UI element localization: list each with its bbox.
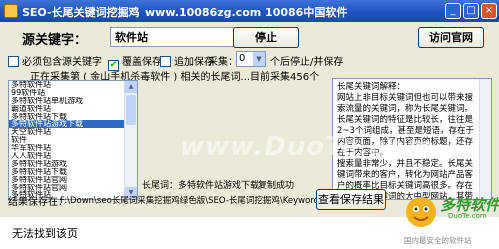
append-save-option[interactable]: 追加保存 xyxy=(160,53,214,68)
overwrite-save-label: 覆盖保存 xyxy=(122,57,162,68)
keyword-result-list[interactable]: 多特软件站 99软件站 多特软件站单机游戏 霸道软件站 多特软件站下载 多特软件站游戏下载… xyxy=(8,80,138,200)
list-item[interactable]: 天空软件站 xyxy=(9,128,137,136)
collect-count-value: 0 xyxy=(239,53,246,64)
list-item[interactable]: 99软件站 xyxy=(9,89,137,97)
list-item[interactable]: 多特软件站单机游戏 xyxy=(9,97,137,105)
app-icon xyxy=(4,4,18,18)
scroll-thumb[interactable] xyxy=(126,95,136,125)
brand-mascot-icon xyxy=(406,197,436,227)
list-item[interactable]: 多特软件站下载 xyxy=(9,113,137,121)
page-not-found-text: 无法找到该页 xyxy=(12,227,78,240)
collect-label: 采集： xyxy=(208,57,238,68)
list-item[interactable]: 多特软件站游戏 xyxy=(9,160,137,168)
include-keyword-checkbox[interactable] xyxy=(8,56,19,67)
chevron-down-icon[interactable]: ▼ xyxy=(253,52,265,66)
app-client-area: 源关键字： 停止 访问官网 必须包含源关键字 ✔覆盖保存 追加保存 采集： 0 … xyxy=(0,22,499,217)
include-keyword-option[interactable]: 必须包含源关键字 xyxy=(8,53,102,68)
list-item[interactable]: 多特软件站官网 xyxy=(9,184,137,192)
list-item[interactable]: 人人软件站 xyxy=(9,152,137,160)
brand-domain: DuoTe.com xyxy=(448,212,487,220)
visit-homepage-button[interactable]: 访问官网 xyxy=(418,27,484,48)
watermark: www.DuoTe.com xyxy=(180,132,434,162)
close-button[interactable]: × xyxy=(481,3,497,19)
window-title: SEO-长尾关键词挖掘鸡 xyxy=(22,6,140,19)
list-item[interactable]: 霸道软件站 xyxy=(9,105,137,113)
title-bar: SEO-长尾关键词挖掘鸡 www.10086zg.com 10086中国软件 _… xyxy=(0,0,499,22)
list-item[interactable]: 多特软件站 xyxy=(9,81,137,89)
result-list-scrollbar[interactable]: ▲ ▼ xyxy=(124,81,137,199)
list-item[interactable]: 软件 xyxy=(9,136,137,144)
list-item[interactable]: 多特软件站官网 xyxy=(9,176,137,184)
selected-longtail-text: 长尾词：多特软件站游戏下载 xyxy=(142,181,260,191)
keyword-label: 源关键字： xyxy=(22,33,88,48)
maximize-button[interactable]: □ xyxy=(463,3,479,19)
stop-after-label: 个后停止/并保存 xyxy=(270,57,344,68)
collect-count-select[interactable]: 0 ▼ xyxy=(236,51,266,67)
window-site-text: www.10086zg.com 10086中国软件 xyxy=(145,6,348,19)
list-item[interactable]: 多特软件站游戏下载 xyxy=(9,120,137,129)
copy-status-text: 复制成功 xyxy=(258,181,295,191)
save-location-label: 结果保存在： xyxy=(8,197,68,208)
stop-button[interactable]: 停止 xyxy=(233,27,299,48)
overwrite-save-option[interactable]: ✔ 覆盖保存 xyxy=(108,53,162,71)
list-item[interactable]: 多特软件站下载 xyxy=(9,168,137,176)
include-keyword-label: 必须包含源关键字 xyxy=(22,57,102,68)
brand-slogan: 国内最安全的软件站 xyxy=(404,236,472,245)
minimize-button[interactable]: _ xyxy=(445,3,461,19)
explanation-scrollbar[interactable] xyxy=(479,79,491,199)
view-results-button[interactable]: 查看保存结果 xyxy=(316,189,386,210)
append-save-checkbox[interactable] xyxy=(160,56,171,67)
keyword-result-items: 多特软件站 99软件站 多特软件站单机游戏 霸道软件站 多特软件站下载 多特软件站游戏下载… xyxy=(9,81,137,199)
list-item[interactable]: 华军软件站 xyxy=(9,144,137,152)
scroll-up-icon[interactable]: ▲ xyxy=(125,81,137,93)
brand-logo: 多特软件站 DuoTe.com 国内最安全的软件站 xyxy=(404,192,499,248)
save-location-path: F:\Down\seo长尾词采集挖掘鸡绿色版\SEO-长尾词挖掘鸡\Keywor… xyxy=(60,196,327,206)
